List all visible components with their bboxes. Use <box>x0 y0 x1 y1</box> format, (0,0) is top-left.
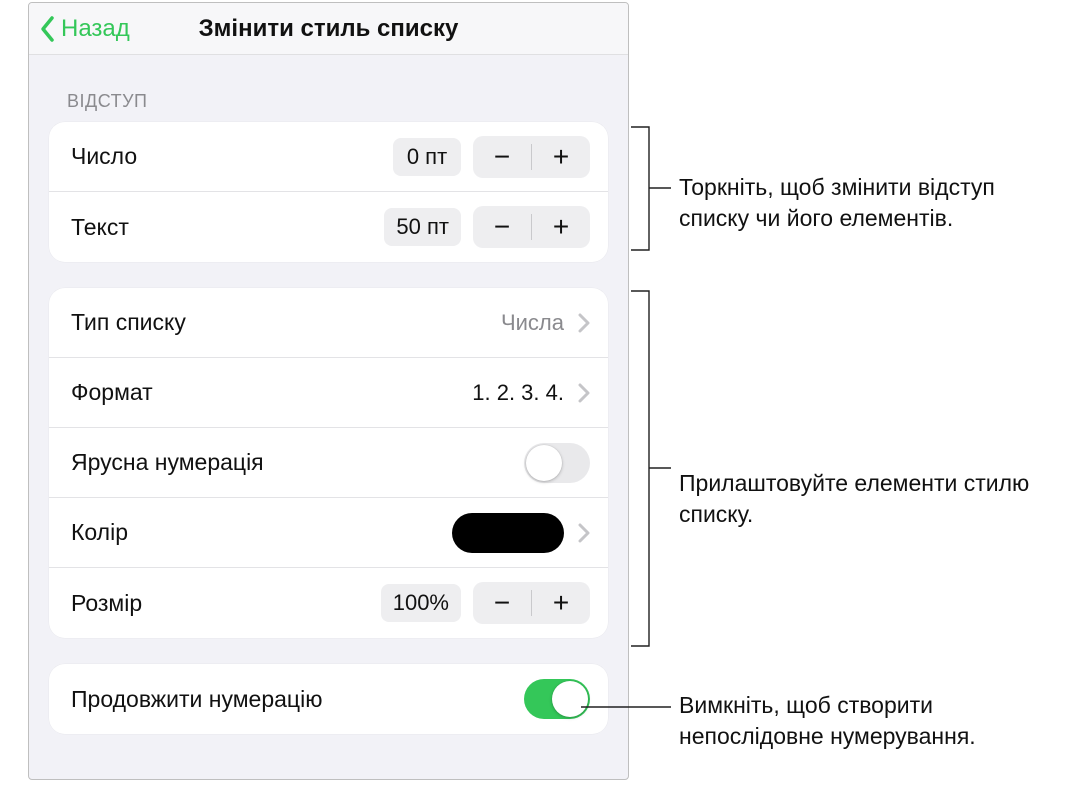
color-label: Колір <box>71 519 452 546</box>
indent-number-label: Число <box>71 143 393 170</box>
tiered-numbering-row: Ярусна нумерація <box>49 428 608 498</box>
chevron-right-icon <box>578 313 590 333</box>
indent-number-row: Число 0 пт − + <box>49 122 608 192</box>
size-stepper: − + <box>473 582 590 624</box>
chevron-right-icon <box>578 383 590 403</box>
size-label: Розмір <box>71 590 381 617</box>
back-label: Назад <box>61 15 130 43</box>
color-swatch <box>452 513 564 553</box>
indent-number-value[interactable]: 0 пт <box>393 138 461 176</box>
indent-text-plus-button[interactable]: + <box>532 206 590 248</box>
callout-style: Прилаштовуйте елементи стилю списку. <box>679 468 1059 530</box>
size-plus-button[interactable]: + <box>532 582 590 624</box>
back-button[interactable]: Назад <box>29 15 130 43</box>
size-minus-button[interactable]: − <box>473 582 531 624</box>
indent-section-label: ВІДСТУП <box>49 65 608 122</box>
format-row[interactable]: Формат 1. 2. 3. 4. <box>49 358 608 428</box>
indent-text-stepper: − + <box>473 206 590 248</box>
continue-group: Продовжити нумерацію <box>49 664 608 734</box>
indent-group: Число 0 пт − + Текст 50 пт − + <box>49 122 608 262</box>
indent-number-plus-button[interactable]: + <box>532 136 590 178</box>
indent-number-minus-button[interactable]: − <box>473 136 531 178</box>
chevron-left-icon <box>39 15 57 43</box>
format-label: Формат <box>71 379 472 406</box>
list-type-value: Числа <box>501 310 564 336</box>
callout-indent: Торкніть, щоб змінити відступ списку чи … <box>679 172 1059 234</box>
continue-numbering-row: Продовжити нумерацію <box>49 664 608 734</box>
size-row: Розмір 100% − + <box>49 568 608 638</box>
list-style-panel: Назад Змінити стиль списку ВІДСТУП Число… <box>28 2 629 780</box>
panel-body: ВІДСТУП Число 0 пт − + Текст 50 пт − + <box>29 55 628 780</box>
panel-header: Назад Змінити стиль списку <box>29 3 628 55</box>
chevron-right-icon <box>578 523 590 543</box>
style-group: Тип списку Числа Формат 1. 2. 3. 4. Ярус… <box>49 288 608 638</box>
continue-numbering-toggle[interactable] <box>524 679 590 719</box>
indent-text-row: Текст 50 пт − + <box>49 192 608 262</box>
continue-numbering-label: Продовжити нумерацію <box>71 686 524 713</box>
annotations: Торкніть, щоб змінити відступ списку чи … <box>631 0 1051 780</box>
indent-number-stepper: − + <box>473 136 590 178</box>
format-value: 1. 2. 3. 4. <box>472 380 564 406</box>
list-type-row[interactable]: Тип списку Числа <box>49 288 608 358</box>
indent-text-label: Текст <box>71 214 384 241</box>
indent-text-minus-button[interactable]: − <box>473 206 531 248</box>
callout-continue: Вимкніть, щоб створити непослідовне нуме… <box>679 690 1059 752</box>
indent-text-value[interactable]: 50 пт <box>384 208 461 246</box>
size-value[interactable]: 100% <box>381 584 461 622</box>
tiered-numbering-label: Ярусна нумерація <box>71 449 524 476</box>
color-row[interactable]: Колір <box>49 498 608 568</box>
tiered-numbering-toggle[interactable] <box>524 443 590 483</box>
list-type-label: Тип списку <box>71 309 501 336</box>
